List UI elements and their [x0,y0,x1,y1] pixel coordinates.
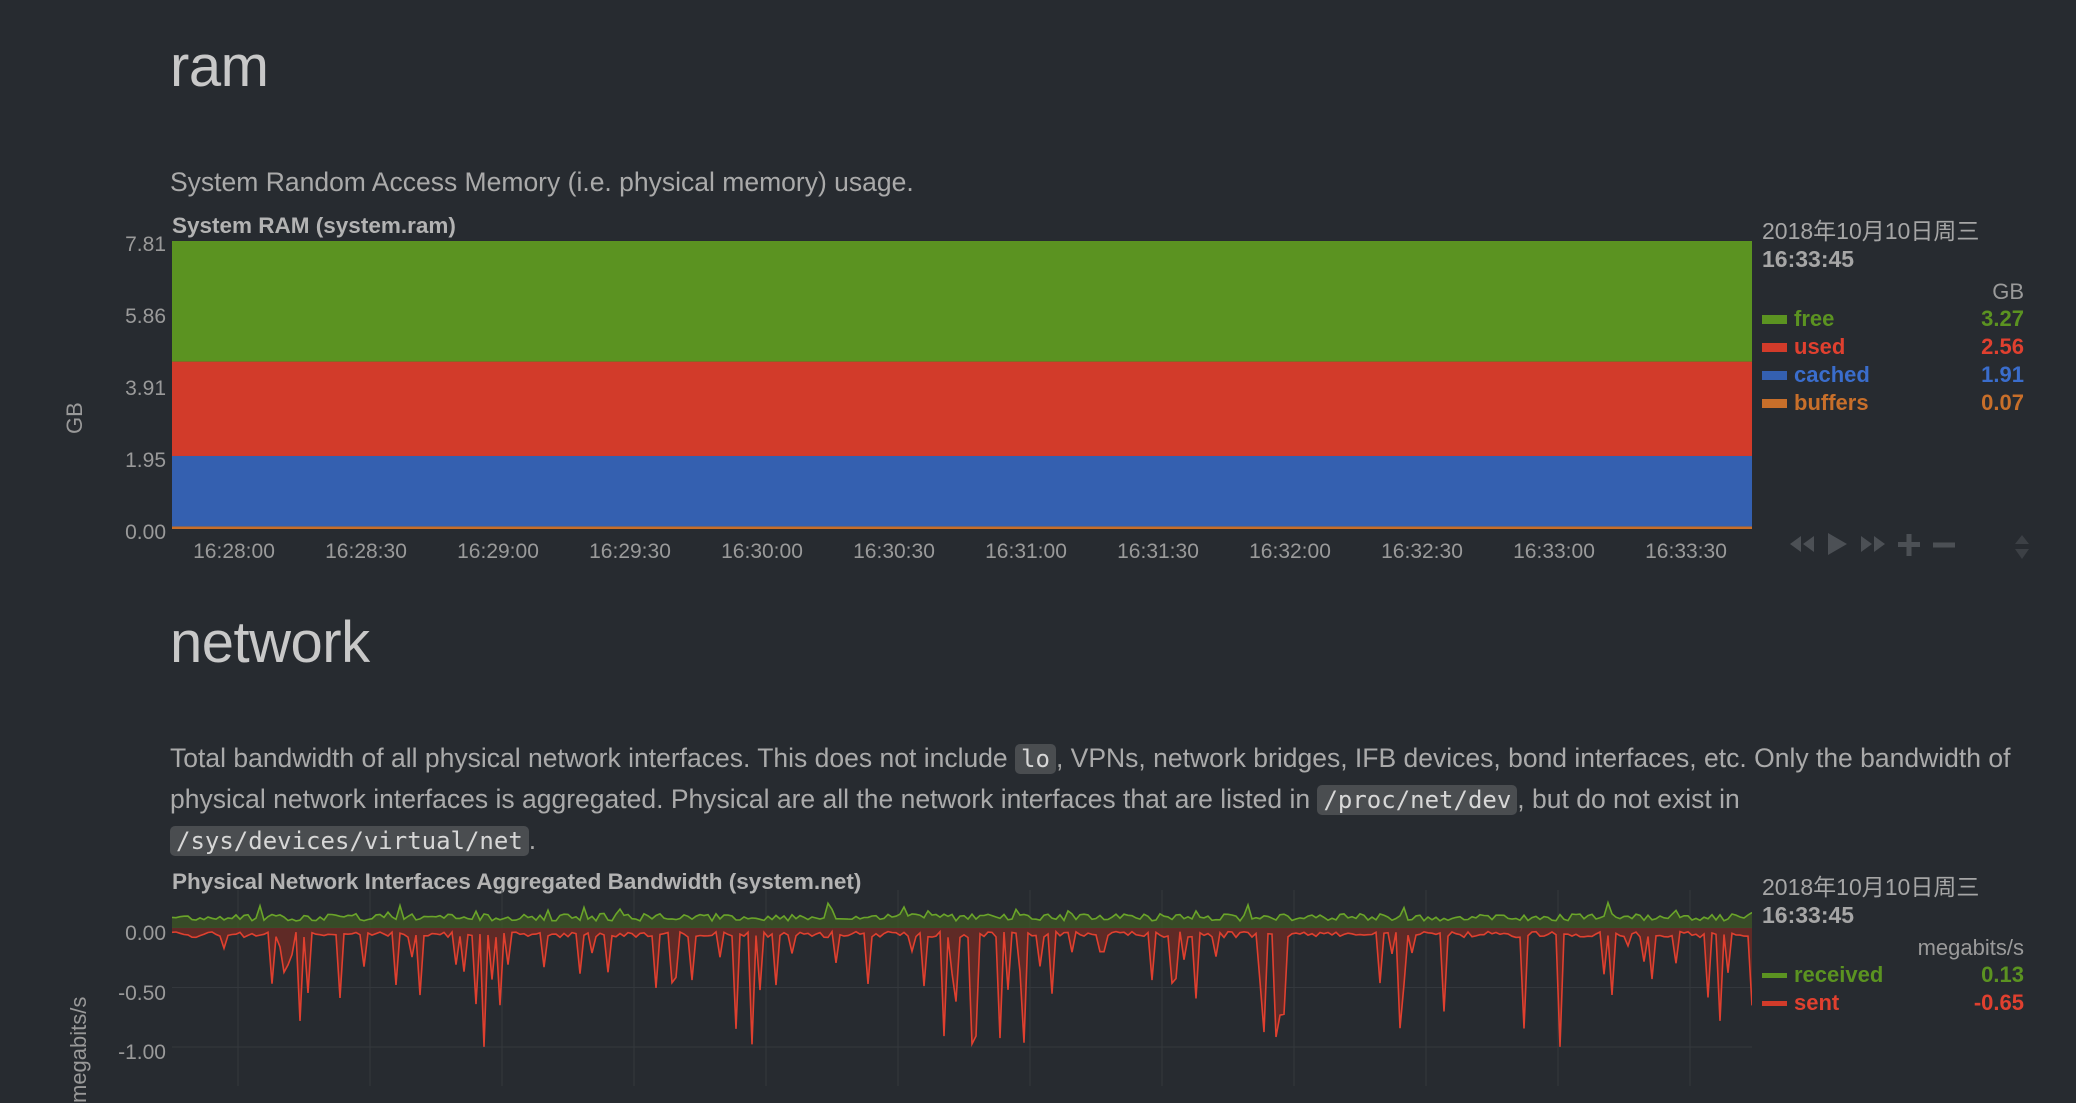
legend-label: buffers [1794,390,1869,415]
zoom-in-icon[interactable] [1898,534,1920,556]
legend-label: cached [1794,362,1870,387]
desc-text: . [528,825,537,855]
ram-y-tick: 0.00 [125,521,166,544]
network-y-tick: 0.00 [125,922,166,945]
legend-label: free [1794,306,1835,331]
fast-forward-icon[interactable] [1860,534,1886,554]
legend-item-free[interactable]: free 3.27 [1762,305,2024,333]
ram-x-tick: 16:29:30 [589,540,671,563]
ram-y-tick: 3.91 [125,377,166,400]
desc-text: , but do not exist in [1517,784,1740,814]
play-icon[interactable] [1826,532,1848,556]
ram-area-buffers [172,526,1752,529]
resize-icon[interactable] [2014,534,2030,560]
legend-label: used [1794,334,1846,359]
legend-value: 1.91 [1981,362,2024,387]
network-legend: 2018年10月10日周三 16:33:45 megabits/s receiv… [1762,868,2024,1017]
ram-x-tick: 16:30:00 [721,540,803,563]
legend-value: -0.65 [1973,990,2024,1015]
ram-x-tick: 16:31:00 [985,540,1067,563]
legend-value: 2.56 [1981,334,2024,359]
zoom-out-icon[interactable] [1933,534,1955,556]
legend-label: received [1794,962,1884,987]
legend-item-buffers[interactable]: buffers 0.07 [1762,389,2024,417]
legend-units: megabits/s [1917,935,2024,960]
legend-swatch [1762,398,1787,408]
ram-chart-title: System RAM (system.ram) [172,213,456,238]
code-proc-net-dev: /proc/net/dev [1317,785,1518,815]
legend-item-used[interactable]: used 2.56 [1762,333,2024,361]
ram-x-tick: 16:30:30 [853,540,935,563]
legend-label: sent [1794,990,1840,1015]
ram-x-tick: 16:28:30 [325,540,407,563]
ram-description: System Random Access Memory (i.e. physic… [170,167,914,197]
ram-chart-plot[interactable] [172,241,1752,529]
rewind-icon[interactable] [1789,534,1815,554]
code-sys-devices: /sys/devices/virtual/net [170,826,529,856]
legend-value: 0.07 [1981,390,2024,415]
section-heading-network: network [170,610,370,675]
ram-y-tick: 1.95 [125,449,166,472]
ram-area-free [172,241,1752,362]
legend-item-cached[interactable]: cached 1.91 [1762,361,2024,389]
code-lo: lo [1015,744,1056,774]
legend-value: 3.27 [1981,306,2024,331]
ram-x-tick: 16:28:00 [193,540,275,563]
legend-swatch [1762,342,1787,352]
ram-x-tick: 16:32:00 [1249,540,1331,563]
ram-area-cached [172,455,1752,527]
legend-item-sent[interactable]: sent -0.65 [1762,989,2024,1017]
ram-x-tick: 16:31:30 [1117,540,1199,563]
legend-date: 2018年10月10日周三 [1762,218,1980,244]
legend-value: 0.13 [1981,962,2024,987]
sent-line [172,929,1752,1048]
ram-x-tick: 16:33:00 [1513,540,1595,563]
ram-area-used [172,361,1752,456]
legend-date: 2018年10月10日周三 [1762,874,1980,900]
network-y-tick: -0.50 [118,982,166,1005]
ram-y-tick: 5.86 [125,305,166,328]
network-chart-plot[interactable] [172,890,1752,1086]
legend-time: 16:33:45 [1762,246,1855,272]
ram-x-tick: 16:33:30 [1645,540,1727,563]
ram-x-tick: 16:29:00 [457,540,539,563]
legend-swatch [1762,972,1787,978]
legend-swatch [1762,1000,1787,1006]
ram-legend: 2018年10月10日周三 16:33:45 GB free 3.27 used… [1762,212,2024,417]
network-y-tick: -1.00 [118,1041,166,1064]
ram-x-tick: 16:32:30 [1381,540,1463,563]
legend-time: 16:33:45 [1762,902,1855,928]
legend-units: GB [1992,279,2024,304]
desc-text: Total bandwidth of all physical network … [170,743,1016,773]
legend-swatch [1762,370,1787,380]
section-heading-ram: ram [170,34,269,99]
network-description: Total bandwidth of all physical network … [170,738,2050,861]
ram-y-tick: 7.81 [125,233,166,256]
legend-item-received[interactable]: received 0.13 [1762,961,2024,989]
legend-swatch [1762,314,1787,324]
